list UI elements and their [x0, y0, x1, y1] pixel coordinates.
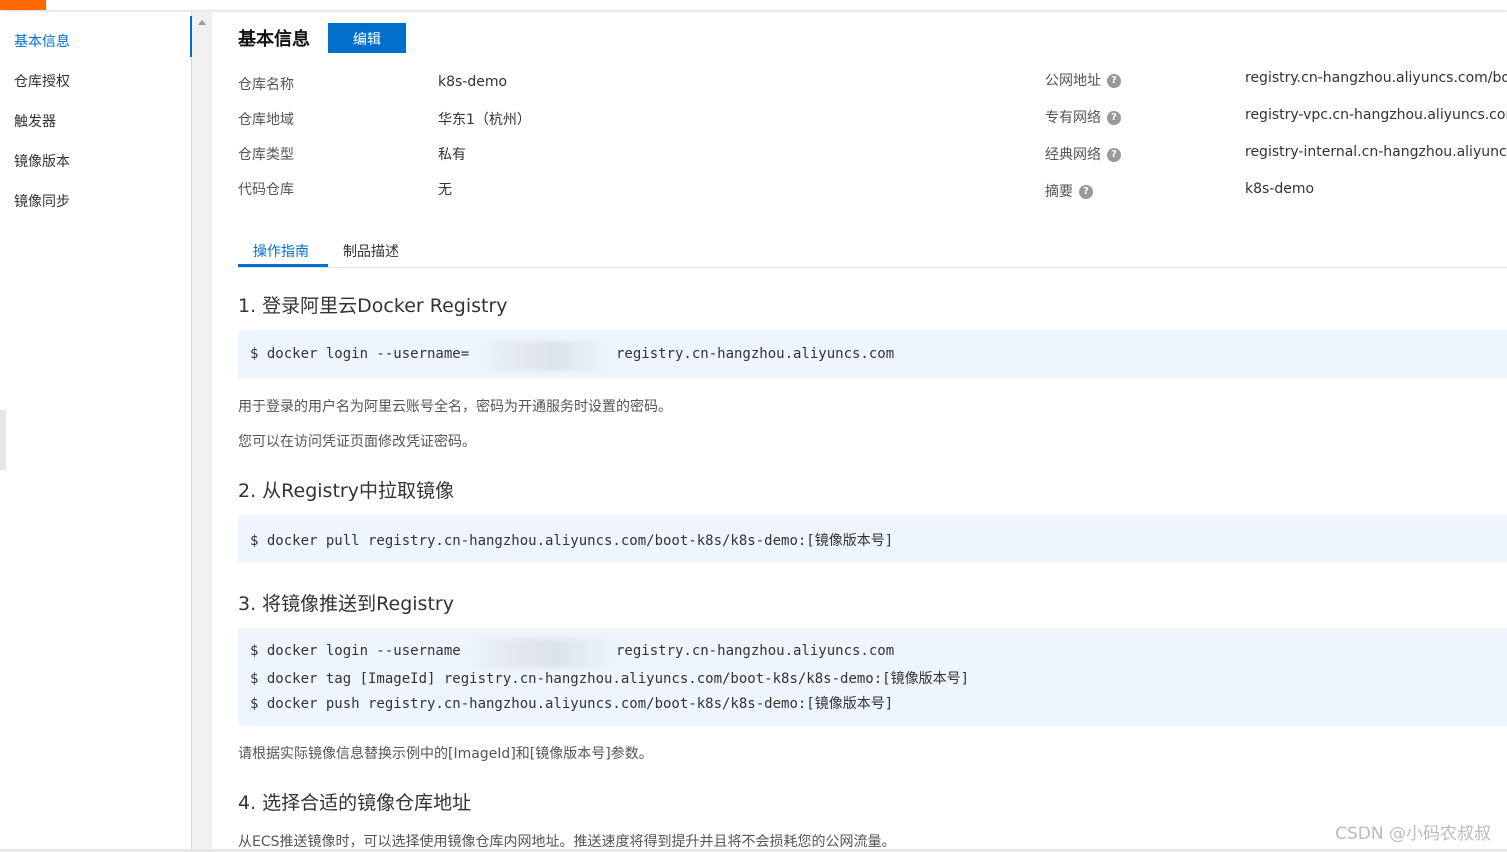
summary-value: k8s-demo [1245, 181, 1315, 197]
classic-address-label: 经典网络? [1045, 144, 1121, 164]
vpc-address-label-text: 专有网络 [1045, 110, 1101, 126]
help-icon[interactable]: ? [1107, 74, 1121, 88]
push-note: 请根据实际镜像信息替换示例中的[ImageId]和[镜像版本号]参数。 [238, 746, 653, 762]
classic-address-value: registry-internal.cn-hangzhou.aliyuncs.c… [1245, 144, 1507, 160]
sidebar-item-basic-info[interactable]: 基本信息 [14, 31, 70, 51]
push-code-block[interactable]: $ docker login --username registry.cn-ha… [238, 628, 1507, 726]
section-4-title: 4. 选择合适的镜像仓库地址 [238, 792, 472, 814]
code-line: registry.cn-hangzhou.aliyuncs.com [616, 643, 895, 659]
section-1-title: 1. 登录阿里云Docker Registry [238, 295, 508, 317]
sidebar: 基本信息 仓库授权 触发器 镜像版本 镜像同步 [0, 12, 192, 852]
login-code-block[interactable]: $ docker login --username= registry.cn-h… [238, 330, 1507, 378]
repo-region-value: 华东1（杭州） [438, 112, 531, 128]
code-line: $ docker push registry.cn-hangzhou.aliyu… [250, 696, 894, 712]
tab-artifact-description[interactable]: 制品描述 [343, 241, 399, 261]
summary-label: 摘要? [1045, 181, 1093, 201]
top-bar [0, 0, 1507, 10]
scroll-gutter [192, 12, 212, 852]
ecs-note: 从ECS推送镜像时，可以选择使用镜像仓库内网地址。推送速度将得到提升并且将不会损… [238, 834, 896, 850]
vpc-address-label: 专有网络? [1045, 107, 1121, 127]
code-repo-value: 无 [438, 182, 452, 198]
sidebar-item-repo-auth[interactable]: 仓库授权 [14, 71, 70, 91]
pull-code-block[interactable]: $ docker pull registry.cn-hangzhou.aliyu… [238, 515, 1507, 563]
code-line: $ docker pull registry.cn-hangzhou.aliyu… [250, 533, 894, 549]
repo-region-label: 仓库地域 [238, 112, 294, 128]
repo-type-label: 仓库类型 [238, 147, 294, 163]
public-address-label-text: 公网地址 [1045, 73, 1101, 89]
sidebar-collapse-handle[interactable] [0, 410, 6, 470]
main-content: 基本信息 编辑 仓库名称 k8s-demo 仓库地域 华东1（杭州） 仓库类型 … [212, 12, 1507, 852]
brand-accent [0, 0, 46, 10]
repo-name-value: k8s-demo [438, 74, 508, 90]
help-icon[interactable]: ? [1107, 111, 1121, 125]
repo-name-label: 仓库名称 [238, 77, 294, 93]
repo-type-value: 私有 [438, 147, 466, 163]
vpc-address-value: registry-vpc.cn-hangzhou.aliyuncs.com/bo… [1245, 107, 1507, 123]
section-3-title: 3. 将镜像推送到Registry [238, 593, 454, 615]
code-line: registry.cn-hangzhou.aliyuncs.com [616, 346, 895, 362]
login-note-1: 用于登录的用户名为阿里云账号全名，密码为开通服务时设置的密码。 [238, 399, 672, 415]
page-title: 基本信息 [238, 29, 310, 50]
summary-label-text: 摘要 [1045, 184, 1073, 200]
redacted-username [481, 341, 609, 371]
help-icon[interactable]: ? [1079, 185, 1093, 199]
scroll-up-icon[interactable] [198, 20, 206, 25]
code-line: $ docker tag [ImageId] registry.cn-hangz… [250, 671, 970, 687]
sidebar-item-trigger[interactable]: 触发器 [14, 111, 56, 131]
redacted-username [468, 638, 616, 668]
code-line: $ docker login --username [250, 643, 461, 659]
watermark: CSDN @小码农叔叔 [1335, 824, 1491, 844]
active-tab-indicator [238, 264, 328, 267]
classic-address-label-text: 经典网络 [1045, 147, 1101, 163]
tab-operation-guide[interactable]: 操作指南 [253, 241, 309, 261]
code-line: $ docker login --username= [250, 346, 470, 362]
login-note-2: 您可以在访问凭证页面修改凭证密码。 [238, 434, 476, 450]
edit-button[interactable]: 编辑 [328, 23, 406, 53]
sidebar-item-image-sync[interactable]: 镜像同步 [14, 191, 70, 211]
public-address-value: registry.cn-hangzhou.aliyuncs.com/boot-k… [1245, 70, 1507, 86]
code-repo-label: 代码仓库 [238, 182, 294, 198]
sidebar-item-image-versions[interactable]: 镜像版本 [14, 151, 70, 171]
help-icon[interactable]: ? [1107, 148, 1121, 162]
section-2-title: 2. 从Registry中拉取镜像 [238, 480, 454, 502]
guide-tabs: 操作指南 制品描述 [238, 236, 1507, 268]
public-address-label: 公网地址? [1045, 70, 1121, 90]
